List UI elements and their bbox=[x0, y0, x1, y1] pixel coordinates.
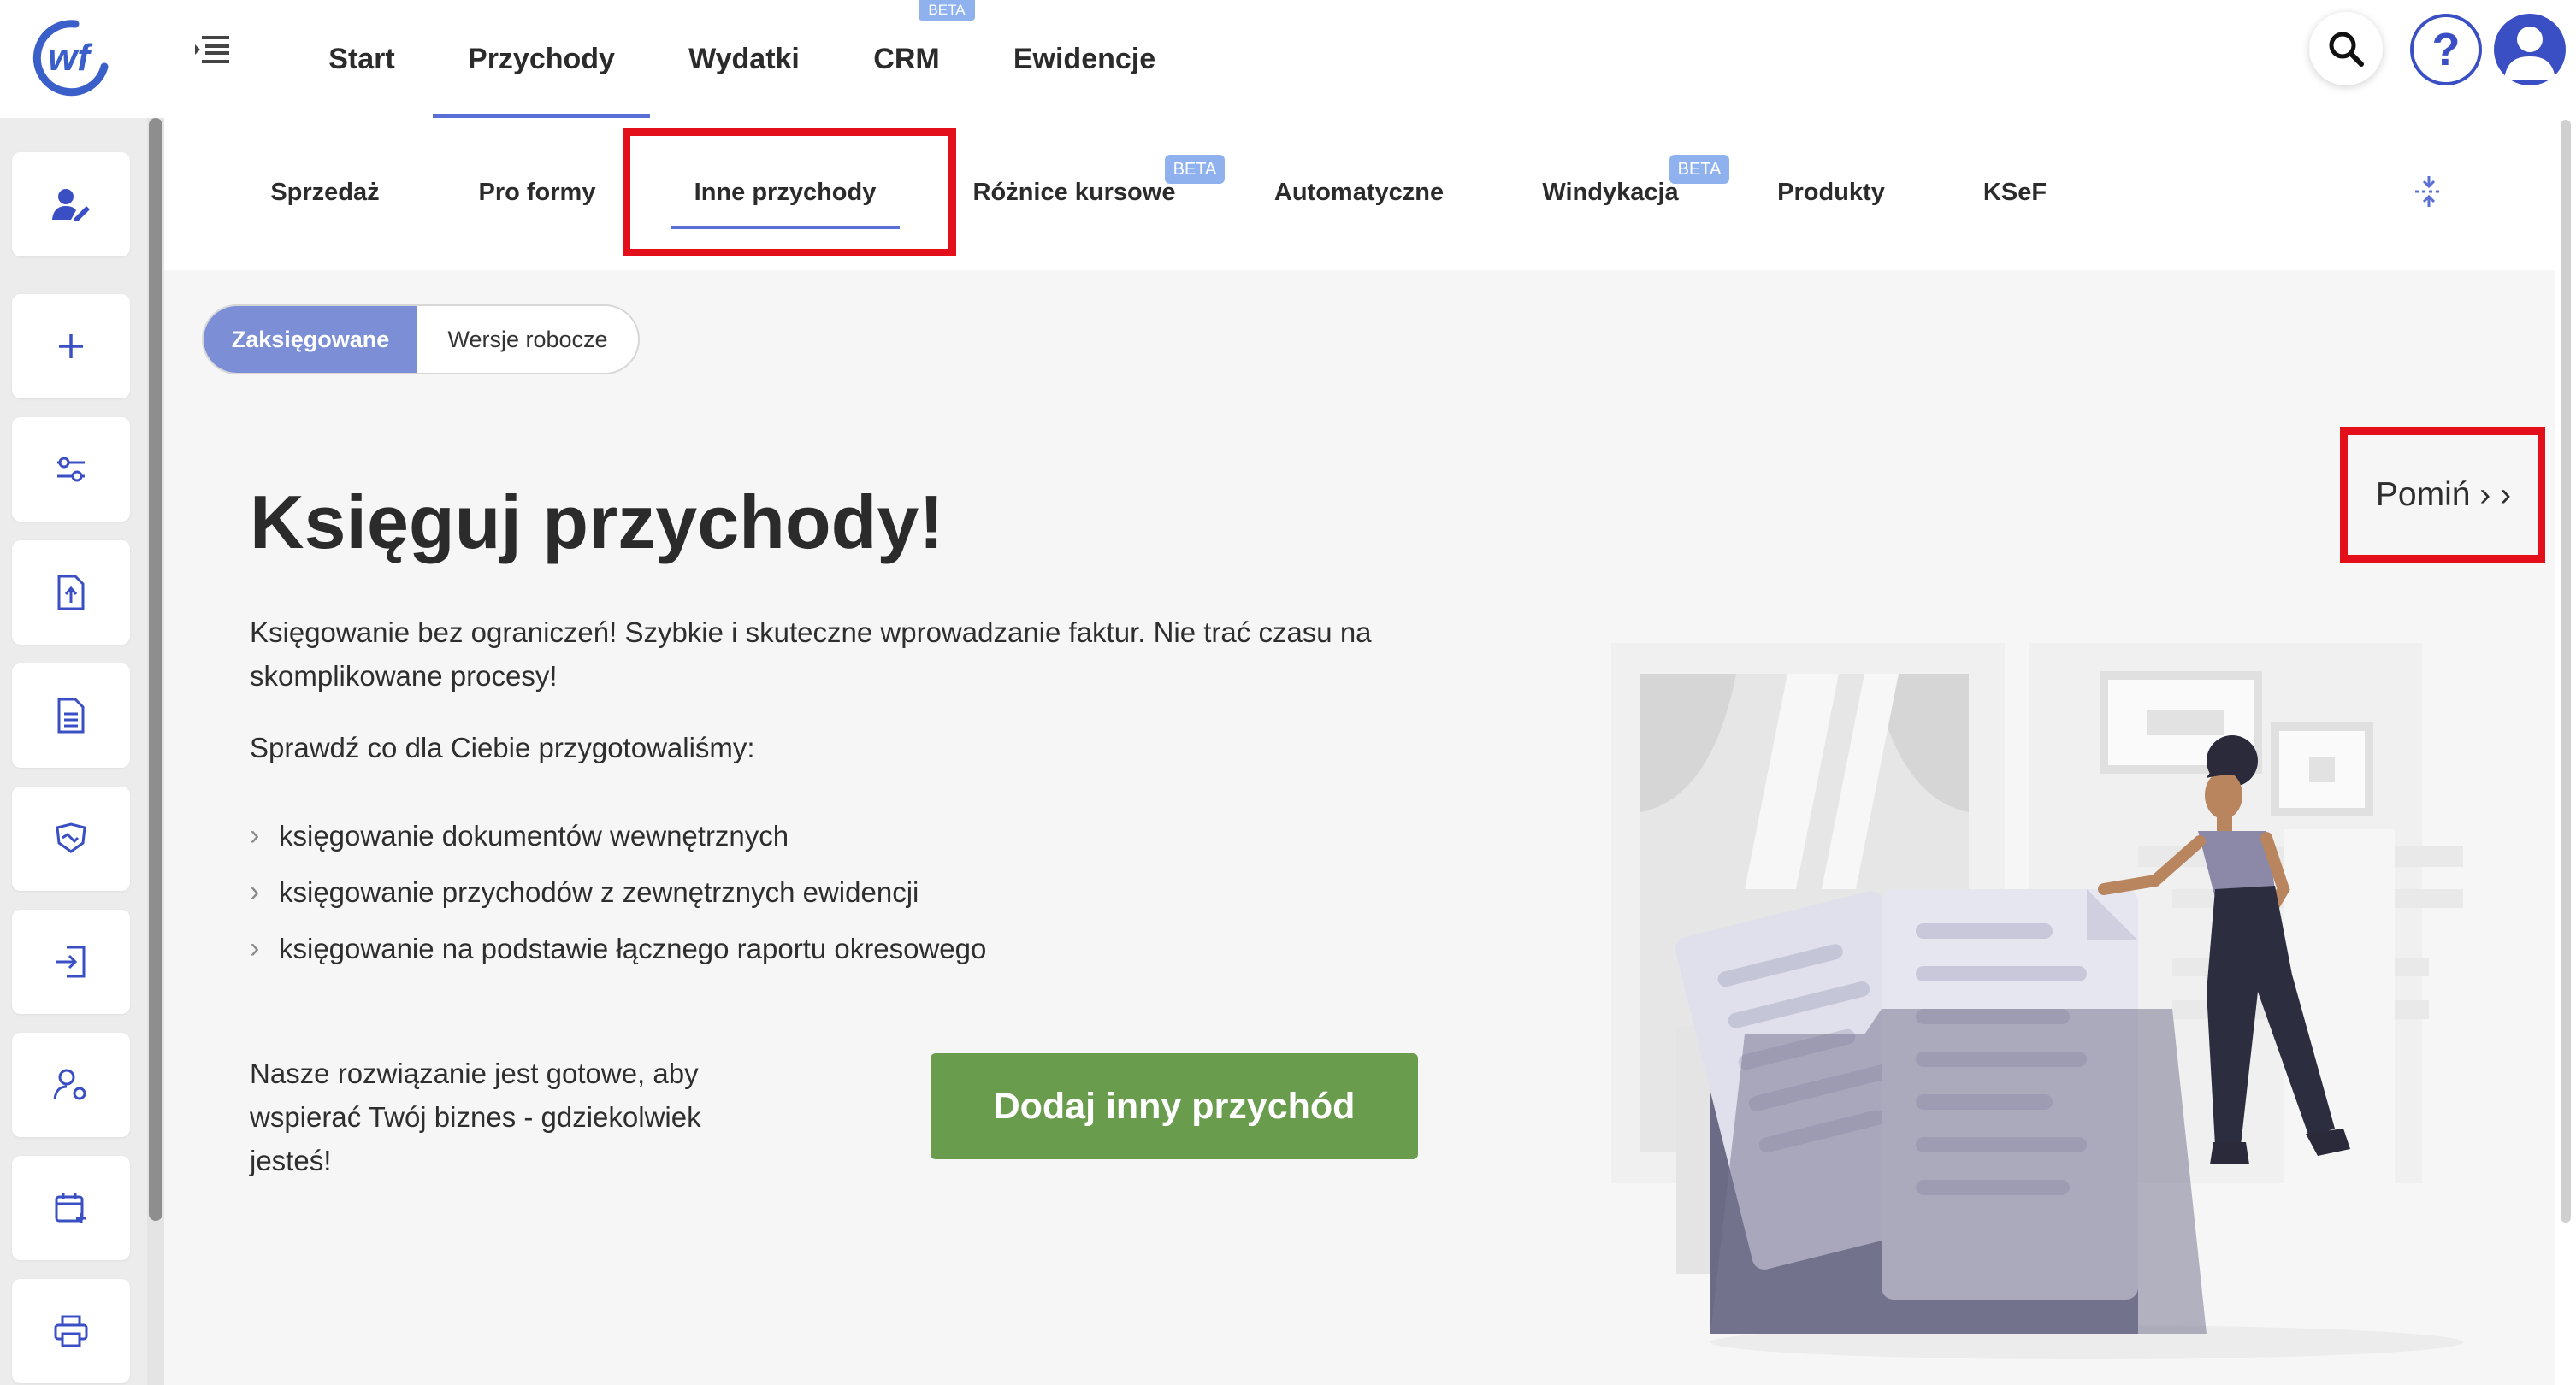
help-button[interactable]: ? bbox=[2410, 14, 2482, 85]
status-segmented-control: Zaksięgowane Wersje robocze bbox=[202, 304, 640, 374]
chevron-right-icon: › bbox=[250, 932, 260, 964]
import-icon bbox=[56, 946, 86, 978]
sidebar-filters-button[interactable] bbox=[12, 417, 130, 522]
user-account-button[interactable] bbox=[2494, 14, 2566, 85]
roznice-beta-badge: BETA bbox=[1165, 155, 1225, 184]
sidebar-documents-button[interactable] bbox=[12, 663, 130, 768]
user-settings-icon bbox=[53, 1069, 86, 1100]
question-mark-icon: ? bbox=[2431, 24, 2461, 75]
printer-icon bbox=[54, 1315, 88, 1347]
sliders-icon bbox=[57, 457, 85, 482]
sidebar-import-button[interactable] bbox=[12, 910, 130, 1014]
feature-item: › księgowanie na podstawie łącznego rapo… bbox=[250, 932, 986, 965]
left-sidebar bbox=[0, 118, 151, 1385]
subtab-automatyczne[interactable]: Automatyczne bbox=[1269, 171, 1449, 214]
feature-item: › księgowanie dokumentów wewnętrznych bbox=[250, 819, 789, 852]
plus-icon bbox=[59, 334, 83, 358]
segment-zaksiegowane[interactable]: Zaksięgowane bbox=[204, 306, 417, 373]
page-headline: Księguj przychody! bbox=[250, 480, 944, 564]
collapse-arrows-icon[interactable] bbox=[2410, 173, 2448, 210]
user-avatar-icon bbox=[2504, 27, 2555, 80]
topnav-ewidencje[interactable]: Ewidencje bbox=[1001, 0, 1168, 118]
svg-text:wf: wf bbox=[48, 37, 93, 79]
subtab-windykacja[interactable]: Windykacja bbox=[1539, 171, 1681, 214]
woman-with-documents-illustration bbox=[1611, 643, 2463, 1359]
feature-item: › księgowanie przychodów z zewnętrznych … bbox=[250, 875, 919, 909]
page-scroll-thumb[interactable] bbox=[2561, 120, 2571, 1223]
chevron-right-icon: › bbox=[250, 875, 260, 908]
wfirma-logo[interactable]: wf bbox=[26, 15, 115, 97]
windykacja-beta-badge: BETA bbox=[1669, 155, 1729, 184]
subtab-produkty[interactable]: Produkty bbox=[1775, 171, 1887, 214]
subtab-inne-przychody[interactable]: Inne przychody bbox=[671, 171, 900, 229]
sidebar-add-button[interactable] bbox=[12, 294, 130, 398]
sidebar-user-settings-button[interactable] bbox=[12, 1033, 130, 1137]
menu-toggle-icon[interactable] bbox=[193, 32, 231, 67]
sidebar-scroll-thumb[interactable] bbox=[149, 118, 162, 1221]
sidebar-user-edit-button[interactable] bbox=[12, 152, 130, 256]
feature-label: księgowanie przychodów z zewnętrznych ew… bbox=[279, 875, 919, 908]
intro-text: Księgowanie bez ograniczeń! Szybkie i sk… bbox=[250, 616, 1372, 692]
search-icon bbox=[2329, 32, 2364, 67]
sidebar-agreements-button[interactable] bbox=[12, 787, 130, 891]
sidebar-print-button[interactable] bbox=[12, 1279, 130, 1383]
subtab-pro-formy[interactable]: Pro formy bbox=[462, 171, 612, 214]
features-heading: Sprawdź co dla Ciebie przygotowaliśmy: bbox=[250, 732, 755, 763]
calendar-add-icon bbox=[55, 1193, 86, 1223]
topnav-wydatki[interactable]: Wydatki bbox=[676, 0, 812, 118]
topnav-przychody[interactable]: Przychody bbox=[433, 0, 650, 118]
user-edit-icon bbox=[52, 189, 90, 221]
sidebar-calendar-button[interactable] bbox=[12, 1156, 130, 1260]
skip-button[interactable]: Pomiń › › bbox=[2343, 431, 2544, 559]
topnav-start[interactable]: Start bbox=[316, 0, 407, 118]
document-icon bbox=[57, 698, 85, 734]
handshake-icon bbox=[56, 822, 86, 853]
subtab-ksef[interactable]: KSeF bbox=[1981, 171, 2049, 214]
subtab-roznice-kursowe[interactable]: Różnice kursowe bbox=[972, 171, 1177, 214]
top-navigation-bar: wf Start Przychody Wydatki CRM BETA Ewid… bbox=[0, 0, 2576, 118]
bottom-note: Nasze rozwiązanie jest gotowe, aby wspie… bbox=[250, 1058, 701, 1176]
feature-label: księgowanie na podstawie łącznego raport… bbox=[279, 932, 987, 964]
subtab-sprzedaz[interactable]: Sprzedaż bbox=[257, 171, 393, 214]
add-other-income-button[interactable]: Dodaj inny przychód bbox=[931, 1053, 1418, 1159]
file-upload-icon bbox=[57, 575, 85, 610]
search-button[interactable] bbox=[2309, 12, 2383, 85]
chevron-right-icon: › bbox=[250, 819, 260, 852]
feature-label: księgowanie dokumentów wewnętrznych bbox=[279, 819, 789, 852]
crm-beta-badge: BETA bbox=[919, 0, 975, 21]
segment-wersje-robocze[interactable]: Wersje robocze bbox=[417, 306, 638, 373]
sidebar-upload-button[interactable] bbox=[12, 540, 130, 645]
